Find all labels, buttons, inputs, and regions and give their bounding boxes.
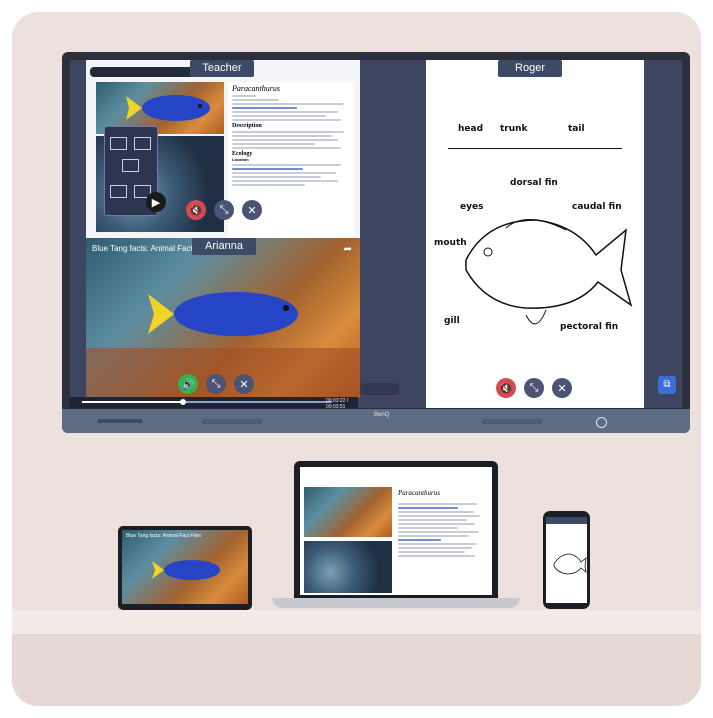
close-icon[interactable]: ✕ [234, 374, 254, 394]
fish-sketch [465, 219, 633, 325]
video-progress-bar[interactable]: 00:03:22 / 00:03:51 [70, 397, 358, 410]
app-tile[interactable] [110, 185, 127, 198]
audio-icon[interactable]: 🔊 [178, 374, 198, 394]
laptop-screen: Paracanthurus [300, 467, 492, 595]
blue-tang-video-frame [86, 292, 360, 398]
progress-thumb[interactable] [180, 399, 186, 405]
phone-fish-sketch [553, 553, 587, 575]
floor [12, 634, 701, 706]
teacher-pane: Paracanthurus Description Ecology Locati… [86, 60, 360, 238]
power-button[interactable] [596, 417, 607, 428]
screen-share-toolbar[interactable] [90, 67, 202, 77]
laptop-device: Paracanthurus [294, 461, 498, 599]
mute-icon[interactable]: 🔇 [186, 200, 206, 220]
roger-label: Roger [498, 60, 562, 77]
laptop-anemone-image [304, 541, 392, 593]
close-icon[interactable]: ✕ [552, 378, 572, 398]
speaker-right [482, 419, 542, 424]
tablet-screen: Blue Tang facts: Animal Fact Files [122, 530, 248, 604]
video-time: 00:03:22 / 00:03:51 [326, 398, 349, 410]
display-bezel: BenQ [62, 409, 690, 433]
arianna-label: Arianna [192, 238, 256, 255]
phone-screen [546, 517, 587, 603]
laptop-base [272, 598, 520, 608]
display-screen: Paracanthurus Description Ecology Locati… [70, 60, 682, 408]
wiki-title: Paracanthurus [232, 84, 280, 93]
app-tile[interactable] [110, 137, 127, 150]
fullscreen-icon[interactable]: ⤡ [214, 200, 234, 220]
tablet-device: Blue Tang facts: Animal Fact Files [118, 526, 252, 610]
close-icon[interactable]: ✕ [242, 200, 262, 220]
cast-icon[interactable]: ⧉ [658, 376, 676, 394]
teacher-label: Teacher [190, 60, 254, 77]
mute-icon[interactable]: 🔇 [496, 378, 516, 398]
roger-pane: head trunk tail dorsal fin eyes caudal f… [426, 60, 644, 408]
arianna-pane: Blue Tang facts: Animal Fact ➦ 🔊 ⤡ ✕ [86, 238, 360, 398]
phone-device [543, 511, 590, 609]
fullscreen-icon[interactable]: ⤡ [524, 378, 544, 398]
shelf [12, 610, 701, 634]
front-ports [98, 419, 142, 423]
pager-controls[interactable] [360, 383, 400, 395]
app-tile[interactable] [122, 159, 139, 172]
laptop-fish-image [304, 487, 392, 537]
laptop-wiki-title: Paracanthurus [398, 489, 440, 497]
fullscreen-icon[interactable]: ⤡ [206, 374, 226, 394]
wiki-location-heading: Location [232, 157, 249, 162]
brand-logo: BenQ [374, 412, 390, 418]
wiki-description-heading: Description [232, 123, 262, 129]
speaker-left [202, 419, 262, 424]
play-icon[interactable]: ▶ [146, 192, 166, 212]
app-tile[interactable] [134, 137, 151, 150]
